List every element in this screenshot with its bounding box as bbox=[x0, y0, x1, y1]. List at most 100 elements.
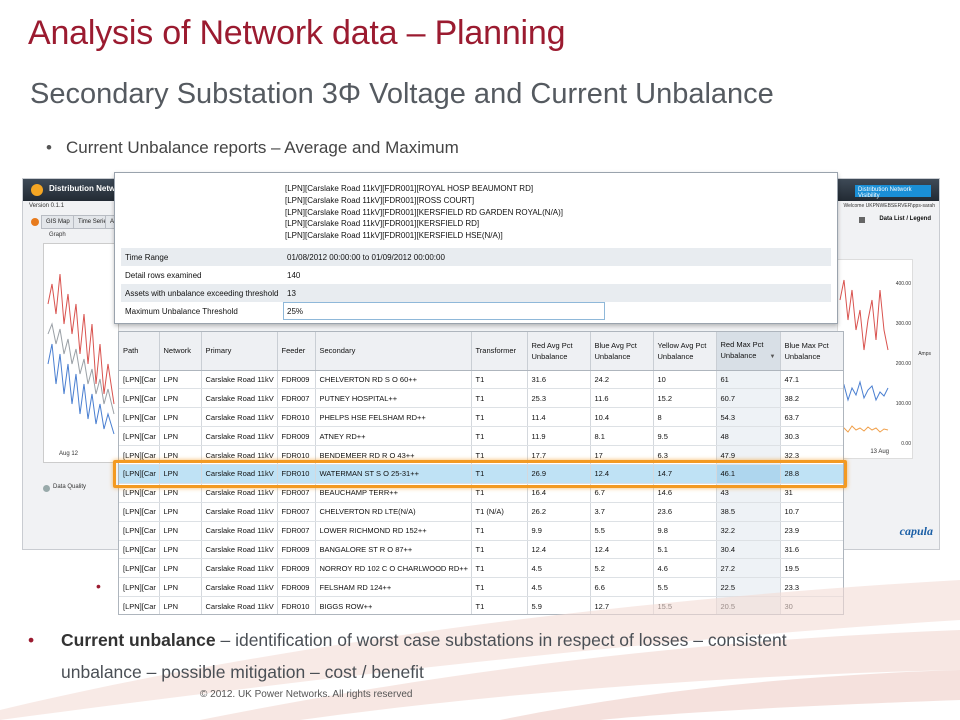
asset-path: [LPN][Carslake Road 11kV][FDR001][ROYAL … bbox=[285, 184, 534, 193]
table-cell: FDR007 bbox=[277, 502, 316, 522]
right-chart-series-blue bbox=[839, 380, 889, 402]
right-chart-series-red bbox=[839, 279, 889, 351]
table-cell: CHELVERTON RD S O 60++ bbox=[315, 370, 472, 390]
table-cell: LPN bbox=[159, 426, 202, 447]
table-cell: 30.3 bbox=[780, 426, 843, 447]
table-cell: 48 bbox=[716, 426, 781, 447]
column-header[interactable]: Network bbox=[159, 332, 202, 371]
slide-subtitle: Secondary Substation 3Φ Voltage and Curr… bbox=[30, 78, 774, 110]
summary-value: 140 bbox=[287, 271, 301, 280]
column-header[interactable]: Red Avg Pct Unbalance bbox=[527, 332, 591, 371]
summary-label: Maximum Unbalance Threshold bbox=[125, 307, 238, 316]
column-header[interactable]: Path bbox=[119, 332, 160, 371]
tab-gis-map[interactable]: GIS Map bbox=[41, 215, 75, 229]
summary-row-assets-exceeding: Assets with unbalance exceeding threshol… bbox=[121, 284, 831, 302]
column-header-label: Blue Max Pct Unbalance bbox=[784, 340, 829, 361]
summary-value: 13 bbox=[287, 289, 296, 298]
table-cell: LPN bbox=[159, 521, 202, 541]
table-cell: LPN bbox=[159, 370, 202, 390]
table-row[interactable]: [LPN][Car LPN Carslake Road 11kV FDR009 CHEL… bbox=[119, 370, 843, 390]
sort-descending-icon[interactable]: ▼ bbox=[770, 352, 776, 363]
axis-label: Amps bbox=[918, 351, 931, 357]
table-cell: [LPN][Car bbox=[119, 502, 160, 522]
table-cell: [LPN][Car bbox=[119, 426, 160, 447]
column-header[interactable]: Secondary bbox=[315, 332, 472, 371]
table-cell: 11.4 bbox=[527, 407, 591, 428]
table-cell: 3.7 bbox=[590, 502, 654, 522]
right-chart-series-orange bbox=[839, 425, 889, 433]
table-cell: PHELPS HSE FELSHAM RD++ bbox=[315, 407, 472, 428]
table-cell: 15.2 bbox=[653, 388, 717, 409]
column-header[interactable]: Blue Avg Pct Unbalance bbox=[590, 332, 654, 371]
table-row[interactable]: [LPN][Car LPN Carslake Road 11kV FDR009 ATNE… bbox=[119, 426, 843, 447]
table-cell: Carslake Road 11kV bbox=[201, 502, 278, 522]
column-header[interactable]: Primary bbox=[201, 332, 278, 371]
table-cell: ATNEY RD++ bbox=[315, 426, 472, 447]
table-cell: 31.6 bbox=[780, 540, 843, 560]
threshold-input[interactable] bbox=[283, 302, 605, 320]
summary-row-time-range: Time Range 01/08/2012 00:00:00 to 01/09/… bbox=[121, 248, 831, 266]
data-list-icon bbox=[859, 217, 865, 223]
column-header[interactable]: Yellow Avg Pct Unbalance bbox=[653, 332, 717, 371]
table-cell: 23.9 bbox=[780, 521, 843, 541]
table-cell: 9.8 bbox=[653, 521, 717, 541]
column-header-label: Red Max Pct Unbalance bbox=[720, 339, 764, 360]
table-cell: LPN bbox=[159, 388, 202, 409]
table-row[interactable]: [LPN][Car LPN Carslake Road 11kV FDR007 LOWE… bbox=[119, 521, 843, 541]
table-row[interactable]: [LPN][Car LPN Carslake Road 11kV FDR010 PHEL… bbox=[119, 407, 843, 428]
table-cell: T1 bbox=[471, 426, 528, 447]
bottom-bullet: • Current unbalance – identification of w… bbox=[28, 624, 958, 688]
summary-value: 25% bbox=[287, 307, 304, 316]
column-header[interactable]: Feeder bbox=[277, 332, 316, 371]
table-cell: Carslake Road 11kV bbox=[201, 370, 278, 390]
column-header[interactable]: Blue Max Pct Unbalance bbox=[780, 332, 843, 371]
app-title-right: Distribution Network Visibility bbox=[855, 185, 931, 199]
welcome-text: Welcome UKPNWEBSERVER\pps-sarah bbox=[843, 203, 935, 209]
table-cell: 12.4 bbox=[590, 540, 654, 560]
data-quality-label[interactable]: Data Quality bbox=[53, 484, 86, 490]
column-header-label: Blue Avg Pct Unbalance bbox=[594, 340, 637, 361]
table-cell: 26.2 bbox=[527, 502, 591, 522]
axis-tick: 400.00 bbox=[895, 281, 911, 287]
asset-path: [LPN][Carslake Road 11kV][FDR001][ROSS C… bbox=[285, 195, 475, 205]
column-header-label: Primary bbox=[205, 346, 232, 356]
table-cell: 24.2 bbox=[590, 370, 654, 390]
table-row[interactable]: [LPN][Car LPN Carslake Road 11kV FDR007 CHEL… bbox=[119, 502, 843, 522]
column-header-label: Transformer bbox=[475, 346, 517, 356]
table-cell: 63.7 bbox=[780, 407, 843, 428]
table-cell: FDR009 bbox=[277, 540, 316, 560]
tab-graph[interactable]: Graph bbox=[49, 232, 66, 238]
capula-logo: capula bbox=[899, 524, 933, 538]
gis-map-icon bbox=[31, 218, 39, 226]
column-header[interactable]: Transformer bbox=[471, 332, 528, 371]
app-logo-icon bbox=[31, 184, 43, 196]
table-cell: 32.2 bbox=[716, 521, 781, 541]
table-cell: 8.1 bbox=[590, 426, 654, 447]
table-cell: Carslake Road 11kV bbox=[201, 426, 278, 447]
table-cell: 61 bbox=[716, 370, 781, 390]
table-cell: 8 bbox=[653, 407, 717, 428]
right-chart-date: 13 Aug bbox=[870, 449, 889, 455]
table-cell: T1 bbox=[471, 540, 528, 560]
table-cell: 23.6 bbox=[653, 502, 717, 522]
bottom-bullet-line2: unbalance – possible mitigation – cost /… bbox=[61, 662, 424, 682]
data-quality-icon bbox=[43, 485, 50, 492]
table-row[interactable]: [LPN][Car LPN Carslake Road 11kV FDR007 PUTN… bbox=[119, 388, 843, 409]
table-row[interactable]: [LPN][Car LPN Carslake Road 11kV FDR009 BANG… bbox=[119, 540, 843, 560]
table-cell: BANGALORE ST R O 87++ bbox=[315, 540, 472, 560]
summary-value: 01/08/2012 00:00:00 to 01/09/2012 00:00:… bbox=[287, 253, 445, 262]
table-cell: 10 bbox=[653, 370, 717, 390]
data-list-legend[interactable]: Data List / Legend bbox=[879, 216, 931, 222]
summary-label: Detail rows examined bbox=[125, 271, 202, 280]
summary-label: Time Range bbox=[125, 253, 169, 262]
table-cell: [LPN][Car bbox=[119, 540, 160, 560]
column-header[interactable]: Red Max Pct Unbalance ▼ bbox=[716, 332, 781, 371]
table-cell: 38.5 bbox=[716, 502, 781, 522]
table-cell: T1 bbox=[471, 370, 528, 390]
table-header-row: Path Network Primary Feeder Secondary Transfo… bbox=[119, 332, 843, 371]
left-chart-lines bbox=[47, 273, 115, 435]
left-time-series-chart bbox=[43, 243, 119, 463]
table-cell: FDR009 bbox=[277, 426, 316, 447]
table-cell: T1 bbox=[471, 388, 528, 409]
summary-row-threshold: Maximum Unbalance Threshold 25% bbox=[121, 302, 831, 320]
